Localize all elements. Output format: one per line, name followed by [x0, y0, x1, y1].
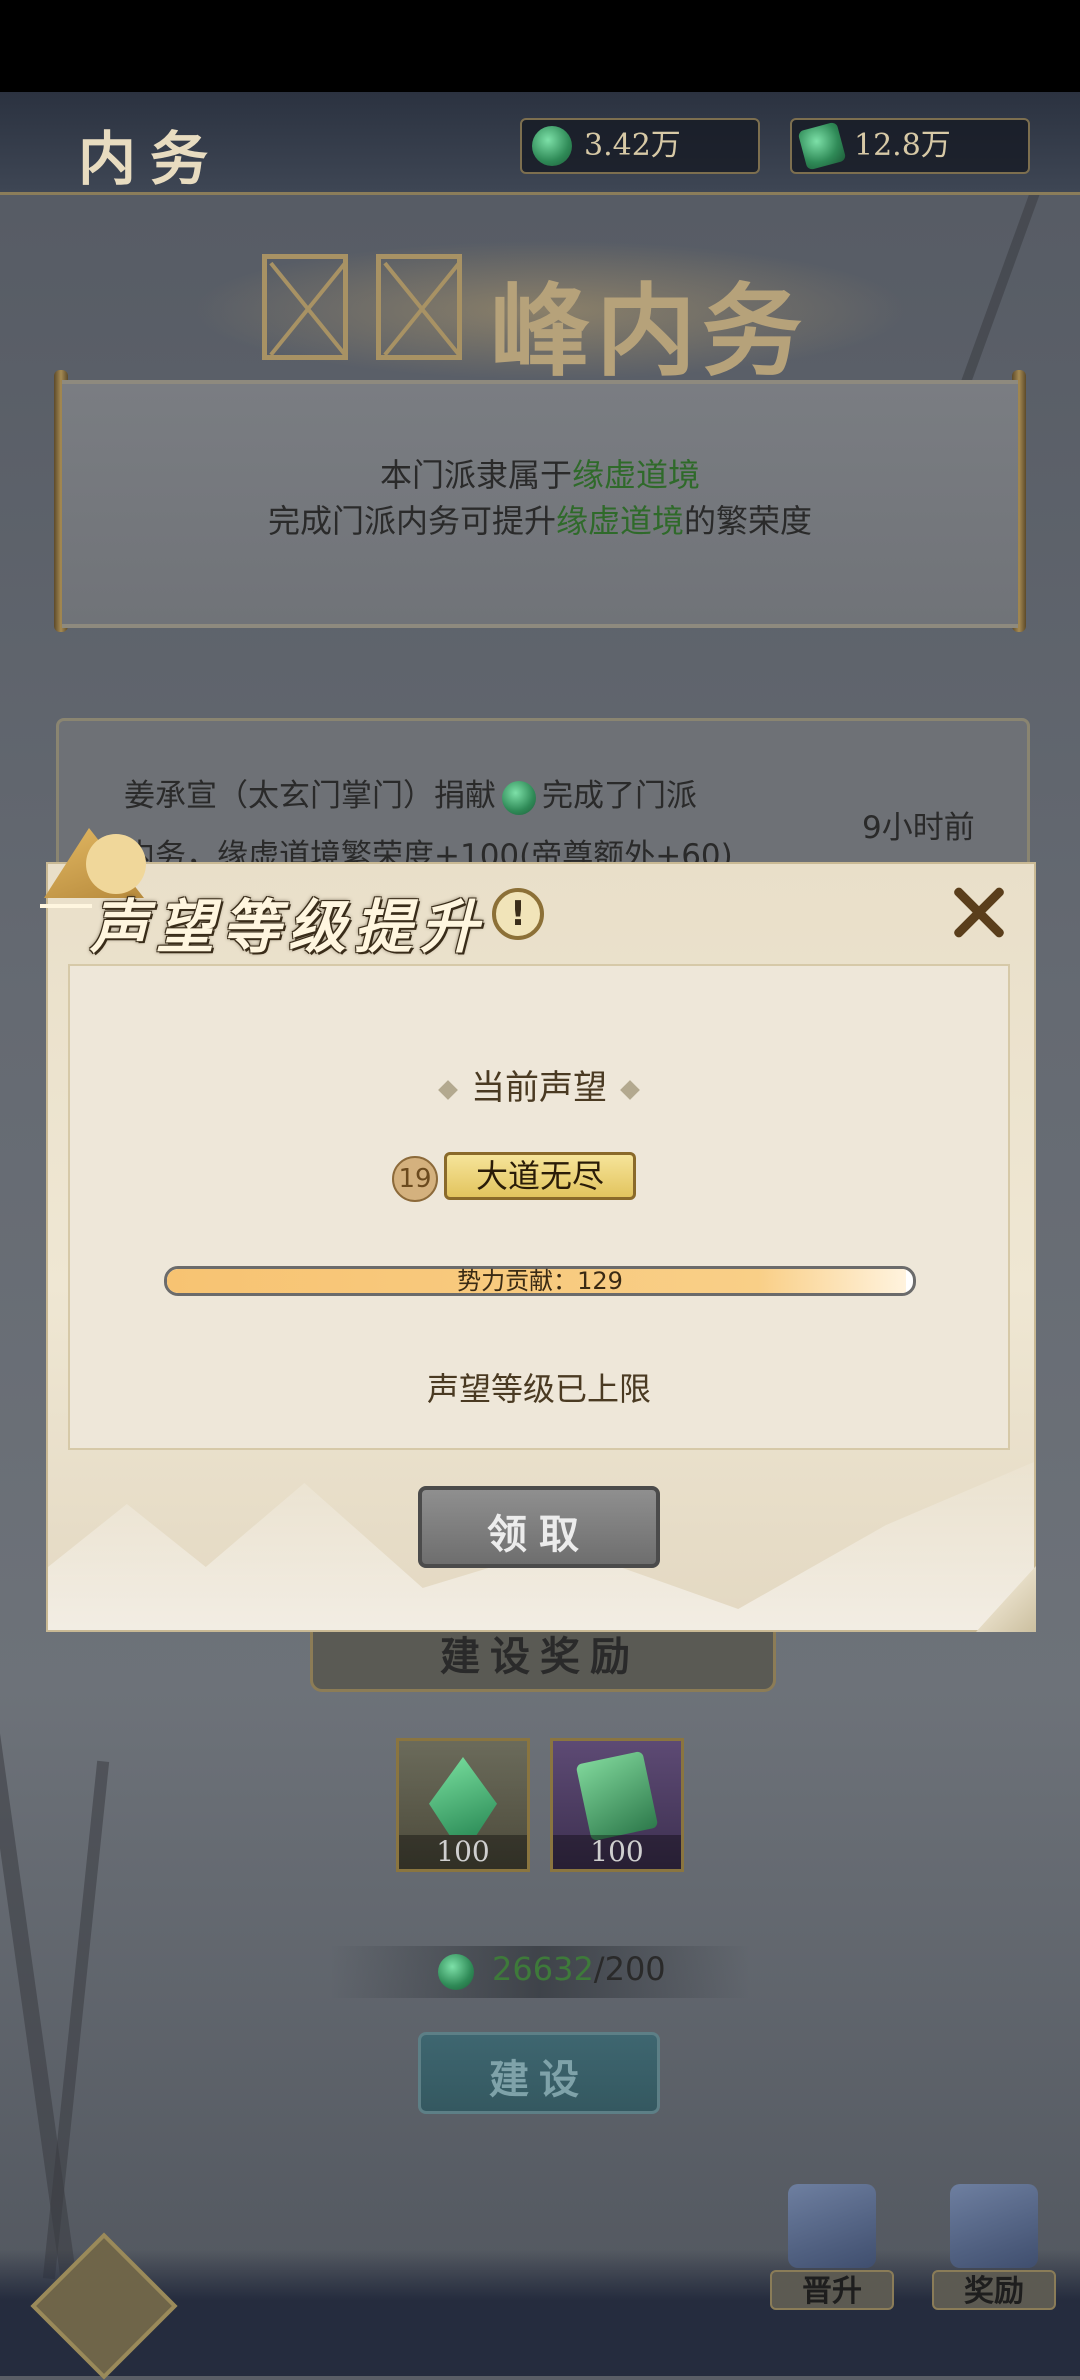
- diamond-ornament-icon: [438, 1079, 458, 1100]
- dialog-title: 声望等级提升: [90, 893, 487, 961]
- info-icon[interactable]: !: [492, 888, 544, 940]
- claim-button-label: 领取: [487, 1511, 591, 1558]
- current-reputation-label: 当前声望: [68, 1060, 1010, 1109]
- contribution-progress-text: 势力贡献：129: [457, 1267, 623, 1295]
- claim-button[interactable]: 领取: [418, 1486, 660, 1568]
- current-reputation-text: 当前声望: [471, 1068, 607, 1108]
- diamond-ornament-icon: [620, 1079, 640, 1100]
- status-bar: [0, 0, 1080, 92]
- reputation-rank-plate: 大道无尽: [444, 1152, 636, 1200]
- dialog-title-line: [40, 904, 92, 908]
- reputation-level-badge: 19: [392, 1156, 438, 1202]
- close-button[interactable]: [948, 882, 1008, 942]
- max-level-notice: 声望等级已上限: [426, 1370, 651, 1408]
